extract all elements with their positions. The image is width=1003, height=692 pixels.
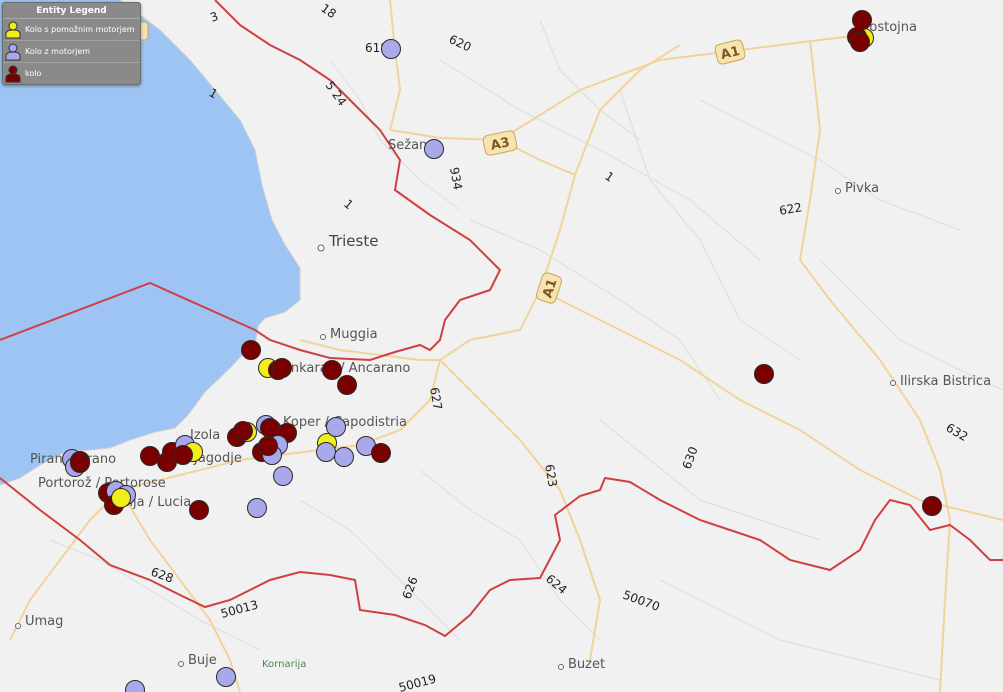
legend-label-motorcycle: Kolo z motorjem [25,47,91,56]
person-icon [5,21,21,38]
bicycle-marker[interactable] [241,340,261,360]
place-muggia: Muggia [330,327,378,342]
bicycle-marker[interactable] [260,418,280,438]
bicycle-marker[interactable] [70,453,90,473]
bicycle-marker[interactable] [850,32,870,52]
person-icon [5,65,21,82]
legend-label-bicycle: kolo [25,69,42,78]
moped-marker[interactable] [111,488,131,508]
place-izola: Izola [190,428,220,443]
bicycle-marker[interactable] [233,421,253,441]
motorcycle-marker[interactable] [424,139,444,159]
legend-item-motorcycle[interactable]: Kolo z motorjem [3,41,140,63]
legend-title: Entity Legend [3,3,140,19]
place-buzet: Buzet [568,657,605,672]
bicycle-marker[interactable] [322,360,342,380]
place-umag: Umag [25,614,63,629]
motorcycle-marker[interactable] [216,667,236,687]
motorcycle-marker[interactable] [316,442,336,462]
place-ankaran: Ankaran / Ancarano [282,361,410,376]
motorcycle-marker[interactable] [381,39,401,59]
bicycle-marker[interactable] [922,496,942,516]
legend-item-bicycle[interactable]: kolo [3,63,140,84]
bicycle-marker[interactable] [852,10,872,30]
legend-label-moped: Kolo s pomožnim motorjem [25,25,135,34]
legend-item-moped[interactable]: Kolo s pomožnim motorjem [3,19,140,41]
map-canvas[interactable]: A1 A3 A1 3 18 618 620 5 24 1 1 1 934 622… [0,0,1003,692]
place-ilirska-bistrica: Ilirska Bistrica [900,374,991,389]
motorcycle-marker[interactable] [247,498,267,518]
person-icon [5,43,21,60]
bicycle-marker[interactable] [337,375,357,395]
bicycle-marker[interactable] [272,358,292,378]
bicycle-marker[interactable] [371,443,391,463]
motorcycle-marker[interactable] [334,447,354,467]
place-buje: Buje [188,653,217,668]
place-kornarija: Kornarija [262,659,306,670]
place-trieste: Trieste [328,232,378,250]
bicycle-marker[interactable] [189,500,209,520]
bicycle-marker[interactable] [140,446,160,466]
entity-legend[interactable]: Entity Legend Kolo s pomožnim motorjem K… [2,2,141,85]
bicycle-marker[interactable] [258,436,278,456]
bicycle-marker[interactable] [173,445,193,465]
place-pivka: Pivka [845,181,879,196]
motorcycle-marker[interactable] [273,466,293,486]
bicycle-marker[interactable] [754,364,774,384]
motorcycle-marker[interactable] [326,417,346,437]
